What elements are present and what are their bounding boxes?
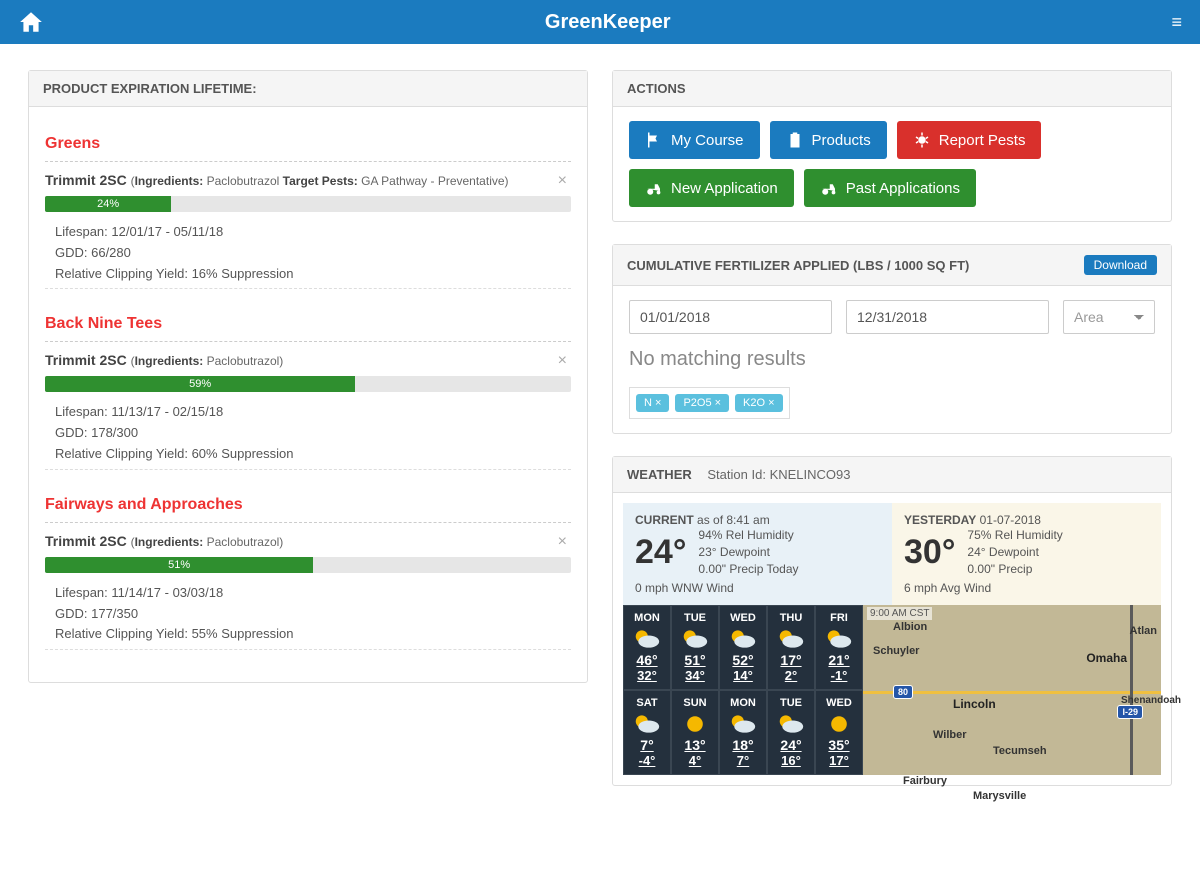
- forecast-day[interactable]: WED52°14°: [719, 605, 767, 690]
- date-to-input[interactable]: [846, 300, 1049, 334]
- chip-group: N × P2O5 × K2O ×: [629, 387, 790, 419]
- close-icon[interactable]: ×: [554, 172, 571, 190]
- new-application-button[interactable]: New Application: [629, 169, 794, 207]
- weather-yesterday: YESTERDAY 01-07-2018 30° 75% Rel Humidit…: [892, 503, 1161, 605]
- clipboard-icon: [786, 131, 804, 149]
- progress-bar: 51%: [45, 557, 313, 573]
- expiration-panel: PRODUCT EXPIRATION LIFETIME: Greens Trimm…: [28, 70, 588, 683]
- tractor-icon: [645, 179, 663, 197]
- chip-n[interactable]: N ×: [636, 394, 669, 412]
- product-stats: Lifespan: 11/14/17 - 03/03/18GDD: 177/35…: [45, 583, 571, 645]
- forecast-day[interactable]: TUE24°16°: [767, 690, 815, 775]
- product-item: Trimmit 2SC (Ingredients: Paclobutrazol …: [45, 172, 571, 289]
- expiration-header: PRODUCT EXPIRATION LIFETIME:: [29, 71, 587, 107]
- product-item: Trimmit 2SC (Ingredients: Paclobutrazol)…: [45, 352, 571, 469]
- date-from-input[interactable]: [629, 300, 832, 334]
- forecast-day[interactable]: MON46°32°: [623, 605, 671, 690]
- fertilizer-panel: CUMULATIVE FERTILIZER APPLIED (LBS / 100…: [612, 244, 1172, 434]
- forecast-day[interactable]: SUN13°4°: [671, 690, 719, 775]
- actions-header: ACTIONS: [613, 71, 1171, 107]
- forecast-day[interactable]: TUE51°34°: [671, 605, 719, 690]
- no-results-text: No matching results: [629, 348, 1155, 371]
- product-stats: Lifespan: 12/01/17 - 05/11/18GDD: 66/280…: [45, 222, 571, 284]
- tractor-icon: [820, 179, 838, 197]
- weather-header: WEATHER Station Id: KNELINCO93: [613, 457, 1171, 493]
- chip-p2o5[interactable]: P2O5 ×: [675, 394, 729, 412]
- weather-current: CURRENT as of 8:41 am 24° 94% Rel Humidi…: [623, 503, 892, 605]
- product-item: Trimmit 2SC (Ingredients: Paclobutrazol)…: [45, 533, 571, 650]
- area-select[interactable]: Area: [1063, 300, 1155, 334]
- app-title: GreenKeeper: [545, 11, 671, 34]
- forecast-grid: MON46°32°TUE51°34°WED52°14°THU17°2°FRI21…: [623, 605, 863, 775]
- fertilizer-header: CUMULATIVE FERTILIZER APPLIED (LBS / 100…: [613, 245, 1171, 286]
- close-icon[interactable]: ×: [554, 352, 571, 370]
- progress-bar: 24%: [45, 196, 171, 212]
- flag-icon: [645, 131, 663, 149]
- section-title: Back Nine Tees: [45, 307, 571, 342]
- my-course-button[interactable]: My Course: [629, 121, 760, 159]
- past-applications-button[interactable]: Past Applications: [804, 169, 976, 207]
- yesterday-temp: 30°: [904, 533, 955, 572]
- forecast-day[interactable]: SAT7°-4°: [623, 690, 671, 775]
- download-button[interactable]: Download: [1084, 255, 1157, 275]
- menu-icon[interactable]: ≡: [1171, 12, 1182, 33]
- bug-icon: [913, 131, 931, 149]
- forecast-day[interactable]: MON18°7°: [719, 690, 767, 775]
- forecast-day[interactable]: WED35°17°: [815, 690, 863, 775]
- products-button[interactable]: Products: [770, 121, 887, 159]
- chip-k2o[interactable]: K2O ×: [735, 394, 783, 412]
- actions-panel: ACTIONS My Course Products Report Pests: [612, 70, 1172, 222]
- section-title: Fairways and Approaches: [45, 488, 571, 523]
- weather-map[interactable]: 9:00 AM CST 80 I-29 Omaha Lincoln Albion…: [863, 605, 1161, 775]
- current-temp: 24°: [635, 533, 686, 572]
- section-title: Greens: [45, 127, 571, 162]
- forecast-day[interactable]: THU17°2°: [767, 605, 815, 690]
- report-pests-button[interactable]: Report Pests: [897, 121, 1042, 159]
- product-stats: Lifespan: 11/13/17 - 02/15/18GDD: 178/30…: [45, 402, 571, 464]
- forecast-day[interactable]: FRI21°-1°: [815, 605, 863, 690]
- weather-panel: WEATHER Station Id: KNELINCO93 CURRENT a…: [612, 456, 1172, 786]
- progress-bar: 59%: [45, 376, 355, 392]
- top-bar: GreenKeeper ≡: [0, 0, 1200, 44]
- close-icon[interactable]: ×: [554, 533, 571, 551]
- home-icon[interactable]: [18, 9, 44, 35]
